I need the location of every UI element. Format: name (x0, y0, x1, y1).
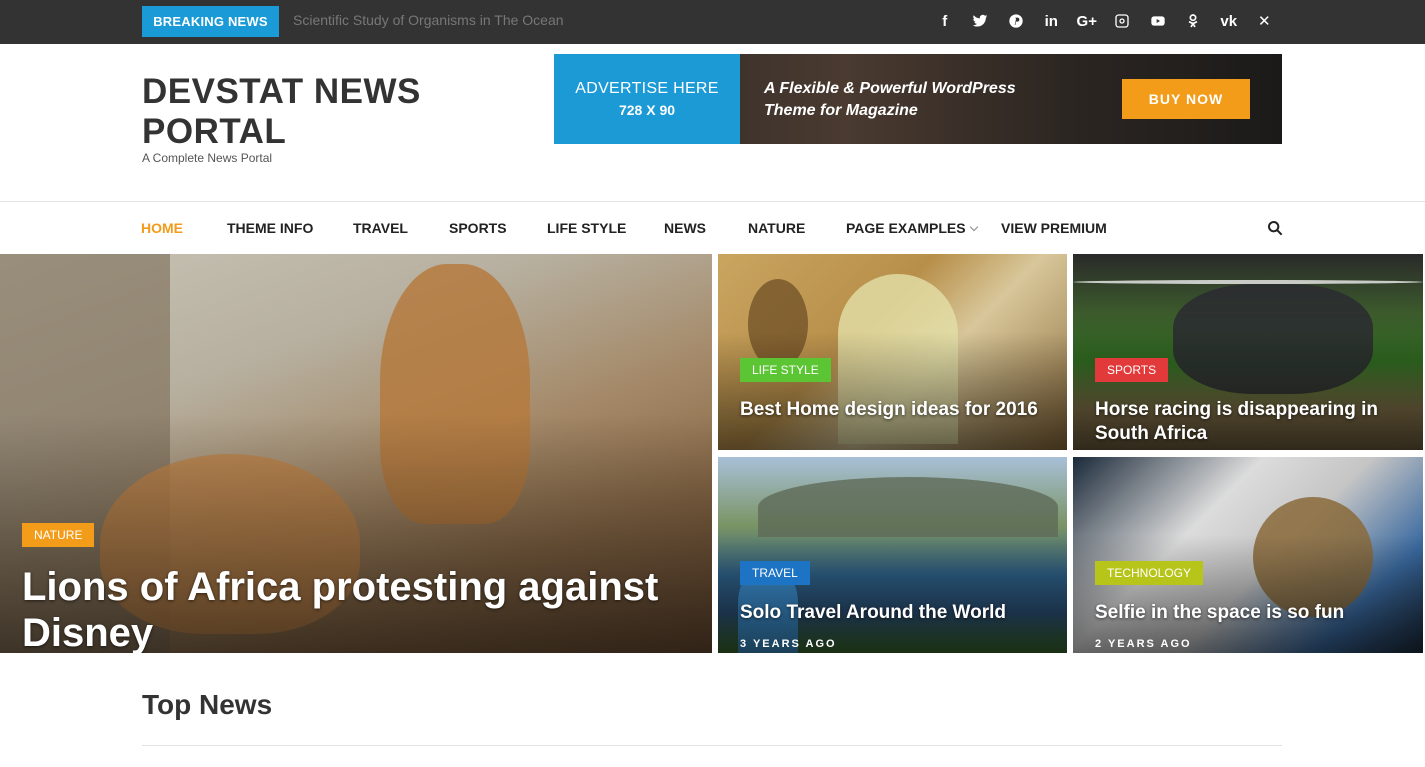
xing-icon[interactable]: ✕ (1247, 10, 1283, 32)
google-plus-icon[interactable]: G+ (1069, 10, 1105, 32)
site-title[interactable]: DEVSTAT NEWS PORTAL (142, 72, 442, 152)
featured-main-title[interactable]: Lions of Africa protesting against Disne… (22, 564, 702, 653)
vk-icon[interactable]: vk (1211, 10, 1247, 32)
featured-post-travel[interactable]: TRAVEL Solo Travel Around the World 3 YE… (718, 457, 1067, 653)
ad-advertise-label: ADVERTISE HERE (575, 80, 719, 97)
nav-item-home[interactable]: HOME (141, 220, 183, 236)
pinterest-icon[interactable] (998, 10, 1034, 32)
category-badge-life-style[interactable]: LIFE STYLE (740, 358, 831, 382)
ad-tagline-line2: Theme for Magazine (764, 102, 918, 119)
ad-advertise-block: ADVERTISE HERE 728 X 90 (554, 54, 740, 144)
nav-item-travel[interactable]: TRAVEL (353, 220, 408, 236)
top-bar: BREAKING NEWS Scientific Study of Organi… (0, 0, 1425, 44)
category-badge-travel[interactable]: TRAVEL (740, 561, 810, 585)
featured-post-technology[interactable]: TECHNOLOGY Selfie in the space is so fun… (1073, 457, 1423, 653)
nav-item-sports[interactable]: SPORTS (449, 220, 507, 236)
linkedin-icon[interactable]: in (1034, 10, 1070, 32)
featured-post-title[interactable]: Solo Travel Around the World (740, 601, 1060, 625)
ad-size-label: 728 X 90 (618, 102, 676, 118)
post-date: 2 YEARS AGO (1095, 638, 1192, 650)
featured-post-sports[interactable]: SPORTS Horse racing is disappearing in S… (1073, 254, 1423, 450)
nav-item-life-style[interactable]: LIFE STYLE (547, 220, 626, 236)
breaking-news-badge: BREAKING NEWS (142, 6, 279, 37)
image-overlay (1073, 535, 1423, 653)
nav-item-page-examples[interactable]: PAGE EXAMPLES (846, 220, 978, 236)
category-badge-sports[interactable]: SPORTS (1095, 358, 1169, 382)
instagram-icon[interactable] (1105, 10, 1141, 32)
nav-item-view-premium[interactable]: VIEW PREMIUM (1001, 220, 1107, 236)
main-navigation: HOME THEME INFO TRAVEL SPORTS LIFE STYLE… (0, 202, 1425, 254)
breaking-news-headline[interactable]: Scientific Study of Organisms in The Oce… (293, 12, 564, 28)
post-date: 3 YEARS AGO (740, 638, 837, 650)
section-title-top-news: Top News (142, 689, 273, 720)
featured-post-lifestyle[interactable]: LIFE STYLE Best Home design ideas for 20… (718, 254, 1067, 450)
mountains-shape (758, 477, 1058, 537)
ad-tagline: A Flexible & Powerful WordPress Theme fo… (764, 78, 1016, 122)
odnoklassniki-icon[interactable] (1176, 10, 1212, 32)
chevron-down-icon (969, 222, 978, 232)
section-divider (142, 745, 1282, 746)
nav-item-theme-info[interactable]: THEME INFO (227, 220, 313, 236)
advertisement-banner[interactable]: ADVERTISE HERE 728 X 90 A Flexible & Pow… (554, 54, 1282, 144)
site-tagline: A Complete News Portal (142, 151, 273, 165)
nav-item-nature[interactable]: NATURE (748, 220, 805, 236)
search-icon[interactable] (1267, 220, 1283, 236)
youtube-icon[interactable] (1140, 10, 1176, 32)
buy-now-button[interactable]: BUY NOW (1122, 79, 1250, 119)
category-badge-nature[interactable]: NATURE (22, 523, 95, 547)
facebook-icon[interactable]: f (927, 10, 963, 32)
twitter-icon[interactable] (963, 10, 999, 32)
category-badge-technology[interactable]: TECHNOLOGY (1095, 561, 1204, 585)
nav-item-page-examples-label: PAGE EXAMPLES (846, 220, 966, 236)
featured-post-title[interactable]: Best Home design ideas for 2016 (740, 398, 1060, 422)
featured-main-post[interactable]: NATURE Lions of Africa protesting agains… (0, 254, 712, 653)
ad-tagline-line1: A Flexible & Powerful WordPress (764, 80, 1016, 97)
social-links: f in G+ vk ✕ (927, 10, 1282, 32)
site-header: DEVSTAT NEWS PORTAL A Complete News Port… (0, 44, 1425, 202)
featured-post-title[interactable]: Selfie in the space is so fun (1095, 601, 1415, 625)
image-overlay (718, 535, 1067, 653)
featured-post-title[interactable]: Horse racing is disappearing in South Af… (1095, 398, 1415, 446)
nav-item-news[interactable]: NEWS (664, 220, 706, 236)
image-overlay (718, 332, 1067, 450)
